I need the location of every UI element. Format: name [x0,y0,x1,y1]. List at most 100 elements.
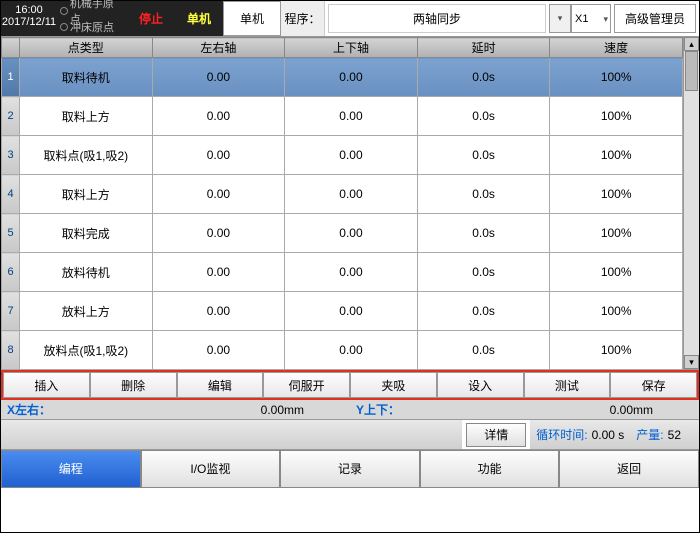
table-row[interactable]: 1取料待机0.000.000.0s100% [2,58,683,97]
row-number: 1 [2,58,20,97]
speed-select[interactable]: X1▾ [571,4,611,33]
table-row[interactable]: 7放料上方0.000.000.0s100% [2,292,683,331]
scroll-thumb[interactable] [685,51,698,91]
cell-type: 放料待机 [20,253,153,292]
row-number: 7 [2,292,20,331]
cell-lr: 0.00 [152,214,285,253]
cell-delay: 0.0s [417,214,550,253]
table-row[interactable]: 8放料点(吸1,吸2)0.000.000.0s100% [2,331,683,370]
nav-back[interactable]: 返回 [559,450,699,488]
program-dropdown[interactable]: ▾ [549,4,571,33]
cell-ud: 0.00 [285,292,418,331]
cell-type: 放料点(吸1,吸2) [20,331,153,370]
press-origin-indicator [60,23,68,31]
row-number: 4 [2,175,20,214]
admin-button[interactable]: 高级管理员 [614,4,696,33]
cell-ud: 0.00 [285,97,418,136]
edit-button[interactable]: 编辑 [177,372,264,398]
nav-io-monitor[interactable]: I/O监视 [141,450,281,488]
cell-ud: 0.00 [285,175,418,214]
servo-button[interactable]: 伺服开 [263,372,350,398]
clamp-button[interactable]: 夹吸 [350,372,437,398]
scroll-down-arrow[interactable]: ▾ [684,355,699,369]
nav-function[interactable]: 功能 [420,450,560,488]
cell-speed: 100% [550,136,683,175]
cell-delay: 0.0s [417,58,550,97]
origin-status: 机械手原点 冲床原点 [57,1,127,36]
stop-button[interactable]: 停止 [127,1,175,36]
cell-type: 放料上方 [20,292,153,331]
y-axis-readout: Y上下： 0.00mm [350,400,699,419]
cell-ud: 0.00 [285,214,418,253]
row-number: 5 [2,214,20,253]
column-header: 点类型 [20,38,153,58]
detail-button[interactable]: 详情 [466,423,526,447]
cell-ud: 0.00 [285,136,418,175]
table-row[interactable]: 5取料完成0.000.000.0s100% [2,214,683,253]
scroll-up-arrow[interactable]: ▴ [684,37,699,51]
row-number: 6 [2,253,20,292]
cell-type: 取料上方 [20,97,153,136]
setin-button[interactable]: 设入 [437,372,524,398]
cell-lr: 0.00 [152,331,285,370]
table-row[interactable]: 2取料上方0.000.000.0s100% [2,97,683,136]
table-row[interactable]: 6放料待机0.000.000.0s100% [2,253,683,292]
cell-delay: 0.0s [417,292,550,331]
bottom-nav: 编程I/O监视记录功能返回 [1,450,699,488]
chevron-down-icon: ▾ [603,5,608,33]
column-header: 上下轴 [285,38,418,58]
cell-type: 取料待机 [20,58,153,97]
cell-delay: 0.0s [417,136,550,175]
cell-ud: 0.00 [285,253,418,292]
column-header: 左右轴 [152,38,285,58]
cell-lr: 0.00 [152,253,285,292]
program-label: 程序： [281,1,325,36]
single-mode-indicator[interactable]: 单机 [175,1,223,36]
cell-speed: 100% [550,331,683,370]
cell-speed: 100% [550,214,683,253]
save-button[interactable]: 保存 [610,372,697,398]
cell-speed: 100% [550,175,683,214]
row-number: 3 [2,136,20,175]
cell-lr: 0.00 [152,97,285,136]
table-row[interactable]: 3取料点(吸1,吸2)0.000.000.0s100% [2,136,683,175]
cell-ud: 0.00 [285,331,418,370]
cell-lr: 0.00 [152,175,285,214]
single-mode-button[interactable]: 单机 [223,1,281,36]
cell-delay: 0.0s [417,175,550,214]
stat-spacer [1,420,462,449]
nav-program[interactable]: 编程 [1,450,141,488]
column-header: 延时 [417,38,550,58]
datetime: 16:00 2017/12/11 [1,1,57,36]
cell-type: 取料完成 [20,214,153,253]
row-number: 8 [2,331,20,370]
cell-delay: 0.0s [417,253,550,292]
cell-speed: 100% [550,253,683,292]
x-axis-readout: X左右： 0.00mm [1,400,350,419]
column-header: 速度 [550,38,683,58]
cell-speed: 100% [550,58,683,97]
cell-lr: 0.00 [152,58,285,97]
row-number: 2 [2,97,20,136]
cell-lr: 0.00 [152,136,285,175]
table-row[interactable]: 4取料上方0.000.000.0s100% [2,175,683,214]
cell-lr: 0.00 [152,292,285,331]
cell-ud: 0.00 [285,58,418,97]
chevron-down-icon: ▾ [558,13,563,24]
insert-button[interactable]: 插入 [3,372,90,398]
program-select[interactable]: 两轴同步 [328,4,546,33]
cell-speed: 100% [550,97,683,136]
test-button[interactable]: 测试 [524,372,611,398]
points-table: 点类型左右轴上下轴延时速度 1取料待机0.000.000.0s100%2取料上方… [1,37,683,370]
delete-button[interactable]: 删除 [90,372,177,398]
cell-delay: 0.0s [417,97,550,136]
cycle-time-readout: 循环时间: 0.00 s 产量: 52 [530,420,699,449]
cell-type: 取料点(吸1,吸2) [20,136,153,175]
nav-log[interactable]: 记录 [280,450,420,488]
cell-speed: 100% [550,292,683,331]
cell-type: 取料上方 [20,175,153,214]
robot-origin-indicator [60,7,68,15]
action-toolbar: 插入删除编辑伺服开夹吸设入测试保存 [1,370,699,400]
vertical-scrollbar[interactable]: ▴ ▾ [683,37,699,369]
cell-delay: 0.0s [417,331,550,370]
